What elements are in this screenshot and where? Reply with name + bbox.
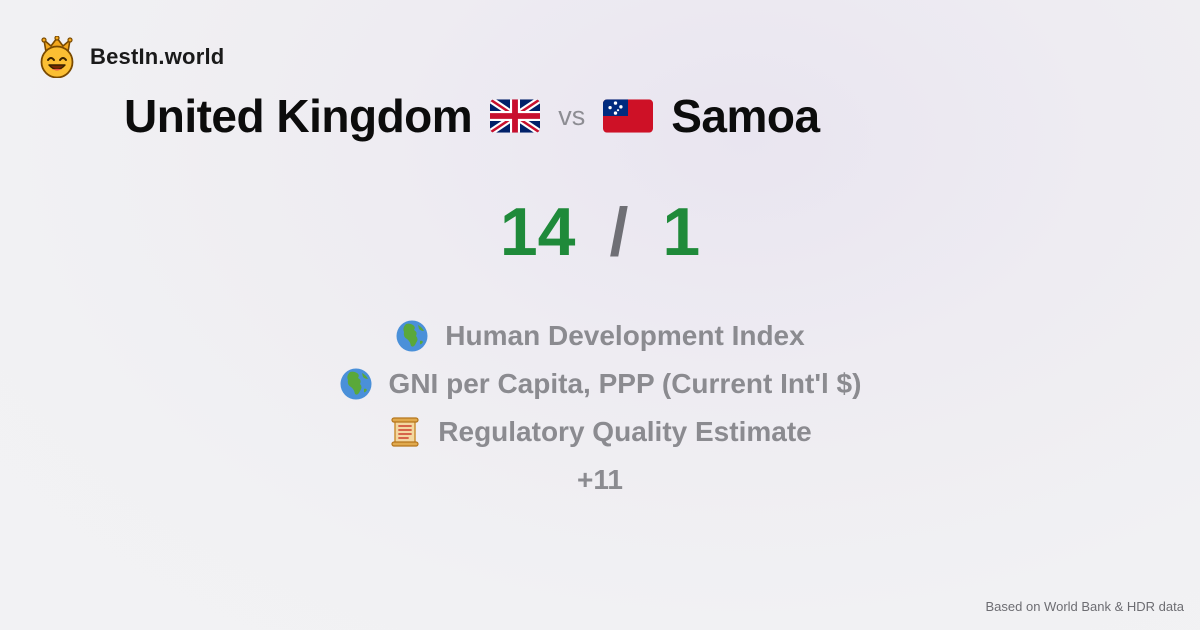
vs-label: vs	[558, 100, 586, 131]
metric-label: Regulatory Quality Estimate	[438, 416, 812, 447]
right-score: 1	[662, 194, 701, 270]
uk-flag-icon	[490, 99, 541, 133]
scroll-icon	[391, 417, 419, 447]
globe-africa-icon	[396, 320, 428, 352]
list-item: Regulatory Quality Estimate	[0, 408, 1200, 456]
brand-name: BestIn.world	[90, 44, 225, 69]
comparison-title: United Kingdom vs Samoa	[124, 88, 820, 144]
right-country-name: Samoa	[671, 90, 820, 142]
list-item: GNI per Capita, PPP (Current Int'l $)	[0, 360, 1200, 408]
smiling-king-crown-icon	[40, 36, 74, 78]
left-score: 14	[499, 194, 576, 270]
more-metrics-count[interactable]: +11	[0, 456, 1200, 504]
globe-africa-icon	[340, 368, 372, 400]
left-country-name: United Kingdom	[124, 90, 473, 142]
list-item: Human Development Index	[0, 312, 1200, 360]
brand[interactable]: BestIn.world	[38, 36, 224, 78]
score: 14 / 1	[0, 192, 1200, 272]
data-source-note: Based on World Bank & HDR data	[985, 599, 1184, 614]
samoa-flag-icon	[603, 99, 654, 133]
metric-label: GNI per Capita, PPP (Current Int'l $)	[388, 368, 862, 399]
score-separator: /	[609, 194, 629, 270]
metrics-list: Human Development Index GNI per Capita, …	[0, 312, 1200, 504]
metric-label: Human Development Index	[445, 320, 805, 351]
